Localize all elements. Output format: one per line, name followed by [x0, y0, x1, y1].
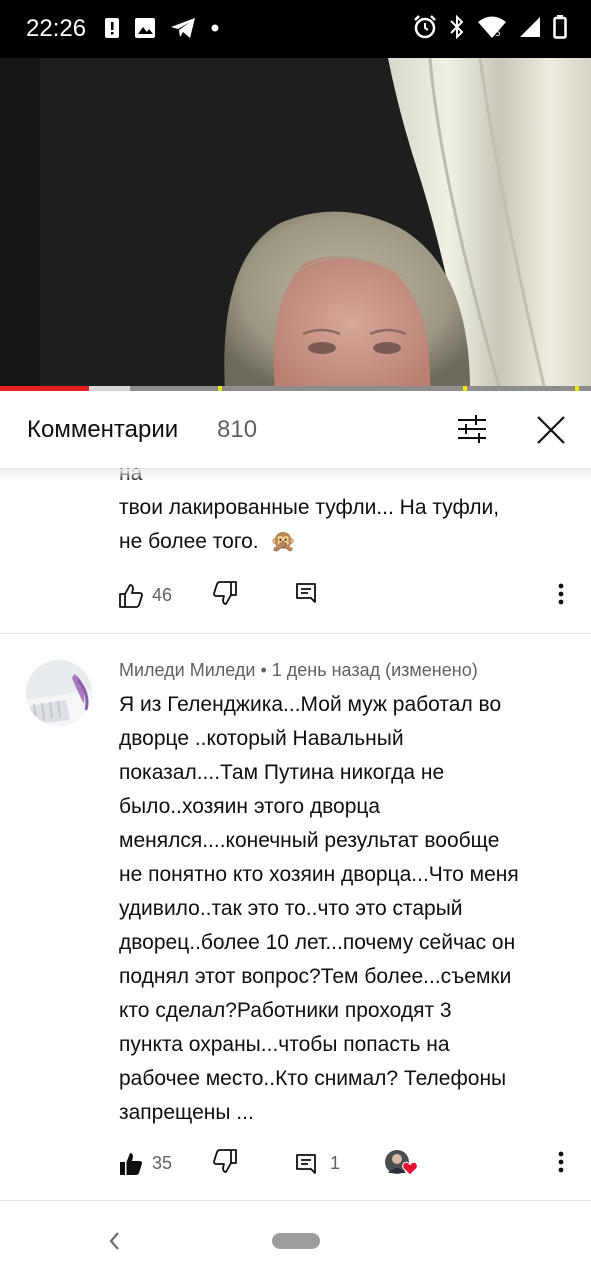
dislike-button[interactable]	[212, 580, 238, 611]
comment-line-text: не более того.	[119, 530, 259, 553]
comment-line: показал....Там Путина никогда не	[119, 761, 445, 784]
comment-line: кто сделал?Работники проходят 3	[119, 999, 452, 1022]
comment-line: удивило..так это то..что это старый	[119, 897, 463, 920]
comment-actions: 46	[118, 580, 318, 611]
home-pill[interactable]	[272, 1233, 320, 1249]
status-time: 22:26	[26, 15, 87, 42]
comment-menu-button[interactable]	[550, 1149, 572, 1175]
like-button[interactable]: 35	[118, 1151, 172, 1177]
like-count: 35	[152, 1153, 173, 1173]
system-nav-bar	[0, 1202, 591, 1280]
dot-icon	[211, 24, 219, 32]
close-icon	[537, 416, 565, 444]
comment-line: не понятно кто хозяин дворца...Что меня	[119, 863, 519, 886]
status-bar: 22:26 5	[0, 0, 591, 58]
thumbs-down-icon	[213, 581, 237, 605]
timestamp: • 1 день назад (изменено)	[255, 660, 478, 680]
thumbs-up-icon	[119, 583, 143, 608]
more-vert-icon	[558, 583, 564, 605]
more-vert-icon	[558, 1151, 564, 1173]
video-player[interactable]	[0, 58, 591, 390]
comment-menu-button[interactable]	[550, 581, 572, 607]
video-frame	[0, 58, 591, 390]
comment-divider	[0, 633, 591, 634]
wifi-icon: 5	[478, 16, 506, 39]
avatar[interactable]	[26, 660, 92, 726]
thumbs-down-icon	[213, 1149, 237, 1173]
sliders-icon	[458, 415, 486, 443]
comment-line: поднял этот вопрос?Тем более...съемки	[119, 965, 512, 988]
reply-count: 1	[330, 1153, 341, 1173]
svg-text:5: 5	[495, 29, 501, 39]
back-button[interactable]	[100, 1226, 128, 1256]
like-button[interactable]: 46	[118, 583, 172, 609]
comment-line: твои лакированные туфли... На туфли,	[119, 496, 500, 519]
comment-body: Я из Геленджика...Мой муж работал во двор…	[119, 688, 579, 1130]
heart-icon	[402, 1161, 418, 1176]
battery-icon	[553, 15, 567, 39]
alert-icon	[105, 18, 119, 38]
telegram-icon	[171, 18, 195, 38]
comment-line: дворец..более 10 лет...почему сейчас он	[119, 931, 516, 954]
comment-actions: 35 1	[118, 1148, 418, 1179]
dislike-button[interactable]	[212, 1148, 238, 1179]
sort-filter-button[interactable]	[452, 409, 492, 449]
comments-title: Комментарии	[27, 416, 179, 443]
header-shadow	[0, 469, 591, 481]
comment-line: не более того. 🙊	[119, 525, 569, 559]
reply-button[interactable]	[294, 581, 318, 610]
comment-line: менялся....конечный результат вообще	[119, 829, 500, 852]
close-comments-button[interactable]	[530, 409, 572, 451]
comment-line: рабочее место..Кто снимал? Телефоны	[119, 1067, 507, 1090]
comment-line: было..хозяин этого дворца	[119, 795, 381, 818]
like-count: 46	[152, 585, 173, 605]
author-name[interactable]: Миледи Миледи	[119, 660, 255, 680]
comment-meta: Миледи Миледи • 1 день назад (изменено)	[119, 660, 478, 681]
comments-count: 810	[217, 416, 258, 443]
comment-divider	[0, 1200, 591, 1201]
comment-line: дворце ..который Навальный	[119, 727, 404, 750]
avatar-image	[26, 660, 92, 726]
image-icon	[135, 18, 155, 38]
reply-icon	[296, 583, 316, 603]
bluetooth-icon	[450, 14, 464, 40]
comment-line: пункта охраны...чтобы попасть на	[119, 1033, 450, 1056]
alarm-icon	[414, 15, 436, 39]
creator-heart	[384, 1149, 418, 1179]
comment-line: запрещены ...	[119, 1101, 254, 1124]
signal-icon	[520, 17, 540, 37]
reply-button[interactable]: 1	[294, 1152, 340, 1176]
back-chevron-icon	[109, 1232, 119, 1250]
comment-line: Я из Геленджика...Мой муж работал во	[119, 693, 502, 716]
thumbs-up-filled-icon	[120, 1152, 142, 1175]
emoji: 🙊	[270, 530, 297, 553]
reply-icon	[296, 1153, 316, 1174]
